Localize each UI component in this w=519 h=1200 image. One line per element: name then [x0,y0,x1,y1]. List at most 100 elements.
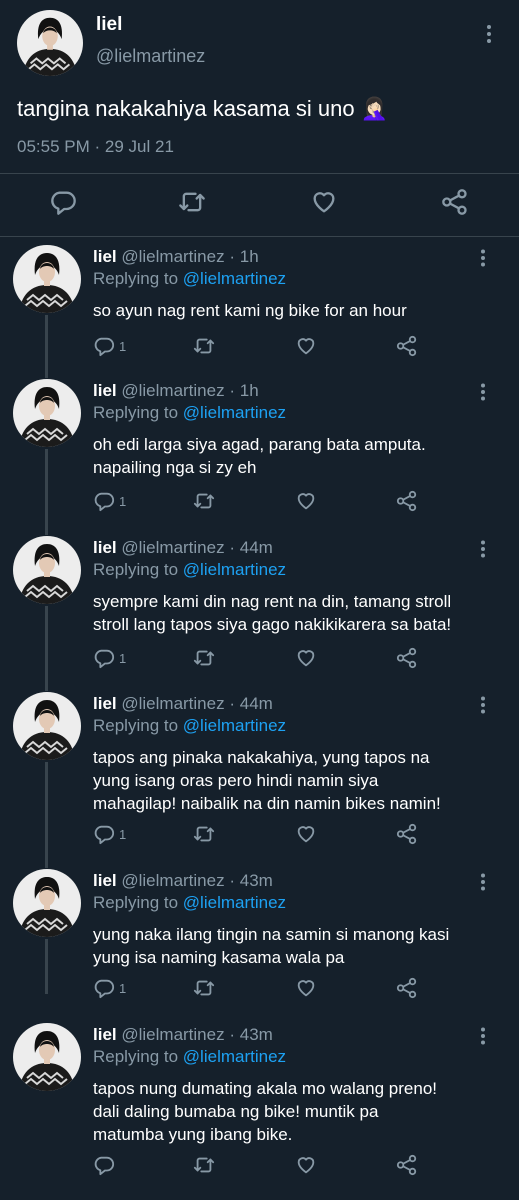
tweet-time: 43m [239,1025,273,1044]
reply-count: 1 [119,980,127,996]
share-button[interactable] [396,647,418,669]
like-button[interactable] [295,647,317,669]
like-button[interactable] [295,977,317,999]
retweet-icon [193,823,215,845]
avatar[interactable] [13,245,81,313]
tweet-header: liel @lielmartinez · 43m [93,1025,273,1045]
reply-button[interactable]: 1 [93,977,126,999]
more-vertical-icon[interactable] [478,383,488,401]
avatar[interactable] [17,10,83,76]
replying-to: Replying to @lielmartinez [93,403,286,423]
user-handle[interactable]: @lielmartinez [121,381,224,400]
share-button[interactable] [396,335,418,357]
tweet-header: liel @lielmartinez · 44m [93,538,273,558]
retweet-button[interactable] [193,647,215,669]
like-button[interactable] [295,1154,317,1176]
replying-to: Replying to @lielmartinez [93,716,286,736]
user-handle[interactable]: @lielmartinez [121,1025,224,1044]
more-vertical-icon[interactable] [478,540,488,558]
tweet-date: 29 Jul 21 [104,137,174,156]
reply-count: 1 [119,650,127,666]
like-button[interactable] [295,823,317,845]
more-vertical-icon[interactable] [478,696,488,714]
display-name[interactable]: liel [93,1025,117,1044]
replying-to-link[interactable]: @lielmartinez [183,716,286,735]
avatar[interactable] [13,869,81,937]
reply-button[interactable]: 1 [93,490,126,512]
user-handle[interactable]: @lielmartinez [121,247,224,266]
more-vertical-icon[interactable] [478,873,488,891]
share-icon [396,335,418,357]
retweet-button[interactable] [193,335,215,357]
user-handle[interactable]: @lielmartinez [96,46,205,67]
replying-to-link[interactable]: @lielmartinez [183,560,286,579]
tweet-header: liel @lielmartinez · 1h [93,381,259,401]
more-vertical-icon[interactable] [478,1027,488,1045]
like-button[interactable] [310,188,338,216]
heart-icon [295,823,317,845]
reply-button[interactable] [93,1154,119,1176]
retweet-button[interactable] [178,188,206,216]
reply-button[interactable]: 1 [93,823,126,845]
reply-button[interactable] [49,188,77,216]
reply-count: 1 [119,826,127,842]
avatar[interactable] [13,379,81,447]
reply-button[interactable]: 1 [93,335,126,357]
reply-count: 1 [119,493,127,509]
tweet-text-line: yung naka ilang tingin na samin si manon… [93,925,450,944]
display-name[interactable]: liel [96,14,122,36]
tweet-time: 44m [239,694,273,713]
share-button[interactable] [396,823,418,845]
replying-to-link[interactable]: @lielmartinez [183,893,286,912]
avatar[interactable] [13,1023,81,1091]
replying-to-link[interactable]: @lielmartinez [183,1047,286,1066]
tweet-timestamp[interactable]: 05:55 PM · 29 Jul 21 [17,137,174,157]
tweet-text: yung naka ilang tingin na samin si manon… [93,923,503,969]
display-name[interactable]: liel [93,538,117,557]
share-icon [396,823,418,845]
avatar[interactable] [13,692,81,760]
avatar[interactable] [13,536,81,604]
user-handle[interactable]: @lielmartinez [121,694,224,713]
retweet-button[interactable] [193,977,215,999]
retweet-button[interactable] [193,1154,215,1176]
user-handle[interactable]: @lielmartinez [121,538,224,557]
share-button[interactable] [396,1154,418,1176]
divider [0,173,519,174]
meta-separator: · [94,137,101,156]
display-name[interactable]: liel [93,381,117,400]
thread-connector [45,939,48,994]
more-vertical-icon[interactable] [484,24,494,44]
more-vertical-icon[interactable] [478,249,488,267]
retweet-button[interactable] [193,823,215,845]
replying-to-link[interactable]: @lielmartinez [183,403,286,422]
tweet-header: liel @lielmartinez · 1h [93,247,259,267]
like-button[interactable] [295,335,317,357]
share-button[interactable] [441,188,469,216]
reply-icon [93,335,115,357]
reply-icon [93,823,115,845]
display-name[interactable]: liel [93,247,117,266]
display-name[interactable]: liel [93,694,117,713]
user-handle[interactable]: @lielmartinez [121,871,224,890]
tweet-actions [93,1154,423,1176]
display-name[interactable]: liel [93,871,117,890]
share-button[interactable] [396,977,418,999]
tweet-text-line: yung isang oras pero hindi namin siya [93,771,379,790]
meta-separator: · [229,538,235,557]
tweet-text: tapos ang pinaka nakakahiya, yung tapos … [93,746,503,815]
share-button[interactable] [396,490,418,512]
thread-connector [45,449,48,535]
retweet-button[interactable] [193,490,215,512]
replying-to-label: Replying to [93,560,179,579]
tweet-text-line: oh edi larga siya agad, parang bata ampu… [93,435,426,454]
tweet-text-line: stroll lang tapos siya gago nakikikarera… [93,615,452,634]
like-button[interactable] [295,490,317,512]
share-icon [396,647,418,669]
tweet-text: syempre kami din nag rent na din, tamang… [93,590,503,636]
replying-to-link[interactable]: @lielmartinez [183,269,286,288]
heart-icon [295,1154,317,1176]
tweet-actions: 1 [93,335,423,357]
reply-button[interactable]: 1 [93,647,126,669]
retweet-icon [178,188,206,216]
